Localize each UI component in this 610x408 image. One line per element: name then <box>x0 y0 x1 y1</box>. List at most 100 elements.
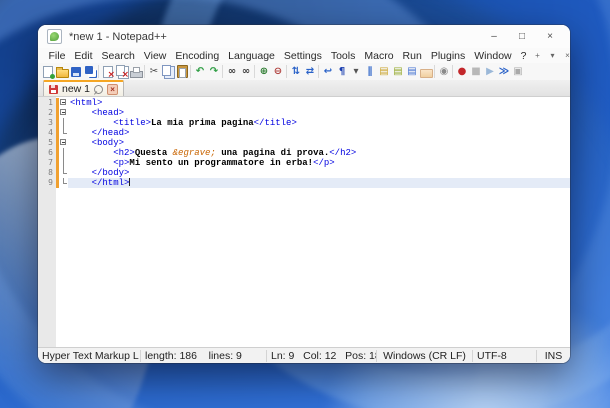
line-number: 9 <box>48 178 53 187</box>
line-number: 5 <box>48 138 53 147</box>
status-bar: Hyper Text Markup L length: 186 lines: 9… <box>38 347 570 363</box>
tab-close-icon[interactable]: × <box>107 83 119 95</box>
window-controls: – □ × <box>480 25 564 48</box>
menu-tools[interactable]: Tools <box>326 50 360 62</box>
document-map-icon[interactable]: ▤ <box>391 65 405 79</box>
menu-help[interactable]: ? <box>516 50 531 62</box>
editor-lines: 1 <html> 2 <head> 3 <title>La mia prima pag… <box>38 97 570 188</box>
code-line-1[interactable]: 1 <html> <box>38 98 570 108</box>
minimize-button[interactable]: – <box>480 25 508 48</box>
code-line-3[interactable]: 3 <title>La mia prima pagina</title> <box>38 118 570 128</box>
fold-collapse-button[interactable] <box>59 138 68 148</box>
code-text: <head> <box>91 108 125 118</box>
document-list-icon[interactable]: ▤ <box>405 65 419 79</box>
paste-icon[interactable] <box>175 65 189 79</box>
line-number: 6 <box>48 148 53 157</box>
status-language: Hyper Text Markup L <box>42 349 139 362</box>
macro-stop-icon[interactable]: ■ <box>469 65 483 79</box>
open-file-icon[interactable] <box>55 65 69 79</box>
find-icon[interactable]: ∞ <box>225 65 239 79</box>
code-line-6[interactable]: 6 <h2>Questa &egrave; una pagina di prov… <box>38 148 570 158</box>
folder-as-workspace-icon[interactable] <box>419 65 433 79</box>
code-line-7[interactable]: 7 <p>Mi sento un programmatore in erba!<… <box>38 158 570 168</box>
close-file-icon[interactable] <box>101 65 115 80</box>
editor[interactable]: 1 <html> 2 <head> 3 <title>La mia prima pag… <box>38 97 570 347</box>
status-cursor-position: Ln: 9 Col: 12 Pos: 187 <box>266 349 376 362</box>
save-all-icon[interactable] <box>83 65 97 79</box>
text-caret <box>129 178 131 186</box>
zoom-in-icon[interactable]: ⊕ <box>257 65 271 79</box>
tab-bar: new 1 × <box>38 80 570 97</box>
tab-new-1[interactable]: new 1 × <box>43 80 125 96</box>
menu-edit[interactable]: Edit <box>70 50 97 62</box>
zoom-out-icon[interactable]: ⊖ <box>271 65 285 79</box>
monitoring-icon[interactable]: ◉ <box>437 65 451 79</box>
code-line-4[interactable]: 4 </head> <box>38 128 570 138</box>
desktop-wallpaper: *new 1 - Notepad++ – □ × File Edit Search Vie… <box>0 0 610 408</box>
macro-run-multiple-icon[interactable]: ≫ <box>497 65 511 79</box>
code-line-2[interactable]: 2 <head> <box>38 108 570 118</box>
menu-window[interactable]: Window <box>470 50 516 62</box>
fold-guide <box>59 148 68 158</box>
doc-list-dropdown-icon[interactable]: ▾ <box>546 51 559 60</box>
menu-encoding[interactable]: Encoding <box>171 50 224 62</box>
tab-label: new 1 <box>62 83 91 95</box>
replace-icon[interactable]: ∞ <box>239 65 253 79</box>
line-number: 8 <box>48 168 53 177</box>
maximize-button[interactable]: □ <box>508 25 536 48</box>
menu-language[interactable]: Language <box>224 50 280 62</box>
status-insert-mode: INS <box>536 349 570 362</box>
macro-record-icon[interactable]: ● <box>455 65 469 79</box>
code-text: </html> <box>68 178 570 188</box>
macro-play-icon[interactable]: ▶ <box>483 65 497 79</box>
close-all-icon[interactable] <box>115 65 129 80</box>
code-text: <html> <box>70 98 103 108</box>
fold-guide <box>59 178 68 188</box>
close-button[interactable]: × <box>536 25 564 48</box>
menu-settings[interactable]: Settings <box>279 50 326 62</box>
code-text: </head> <box>91 128 130 138</box>
titlebar[interactable]: *new 1 - Notepad++ – □ × <box>38 25 570 48</box>
unsaved-floppy-icon <box>49 84 58 94</box>
indent-guide-icon[interactable]: ∥ <box>363 65 377 79</box>
code-line-9[interactable]: 9 </html> <box>38 178 570 188</box>
sync-horizontal-scroll-icon[interactable]: ⇄ <box>303 65 317 79</box>
toolbar: ✂↶↷∞∞⊕⊖⇅⇄↩¶▾∥▤▤▤◉●■▶≫▣ <box>38 63 570 80</box>
notepadpp-app-icon <box>47 29 62 44</box>
new-tab-icon[interactable]: + <box>531 51 544 60</box>
word-wrap-icon[interactable]: ↩ <box>321 65 335 79</box>
macro-save-icon[interactable]: ▣ <box>511 65 525 79</box>
menu-search[interactable]: Search <box>97 50 139 62</box>
code-line-8[interactable]: 8 </body> <box>38 168 570 178</box>
fold-guide <box>59 128 68 138</box>
fold-collapse-button[interactable] <box>59 108 68 118</box>
notepadpp-window: *new 1 - Notepad++ – □ × File Edit Search Vie… <box>38 25 570 363</box>
menubar-items: File Edit Search View Encoding Language Settin… <box>44 50 531 62</box>
close-doc-icon[interactable]: × <box>561 51 570 60</box>
function-list-icon[interactable]: ▤ <box>377 65 391 79</box>
fold-collapse-button[interactable] <box>59 98 68 108</box>
line-number: 3 <box>48 118 53 127</box>
print-icon[interactable] <box>129 65 143 79</box>
undo-icon[interactable]: ↶ <box>193 65 207 79</box>
pin-icon[interactable] <box>92 82 105 96</box>
cut-icon[interactable]: ✂ <box>147 65 161 79</box>
new-file-icon[interactable] <box>41 65 55 79</box>
show-all-characters-dropdown-icon[interactable]: ▾ <box>349 65 363 79</box>
menu-file[interactable]: File <box>44 50 70 62</box>
redo-icon[interactable]: ↷ <box>207 65 221 79</box>
code-text: </body> <box>91 168 130 178</box>
line-number: 4 <box>48 128 53 137</box>
menu-bar: File Edit Search View Encoding Language Settin… <box>38 48 570 63</box>
copy-icon[interactable] <box>161 65 175 79</box>
line-number: 7 <box>48 158 53 167</box>
save-icon[interactable] <box>69 65 83 79</box>
menu-view[interactable]: View <box>139 50 171 62</box>
menu-macro[interactable]: Macro <box>360 50 398 62</box>
show-all-characters-icon[interactable]: ¶ <box>335 65 349 79</box>
sync-vertical-scroll-icon[interactable]: ⇅ <box>289 65 303 79</box>
code-line-5[interactable]: 5 <body> <box>38 138 570 148</box>
status-encoding: UTF-8 <box>472 349 536 362</box>
menu-plugins[interactable]: Plugins <box>426 50 469 62</box>
menu-run[interactable]: Run <box>398 50 426 62</box>
